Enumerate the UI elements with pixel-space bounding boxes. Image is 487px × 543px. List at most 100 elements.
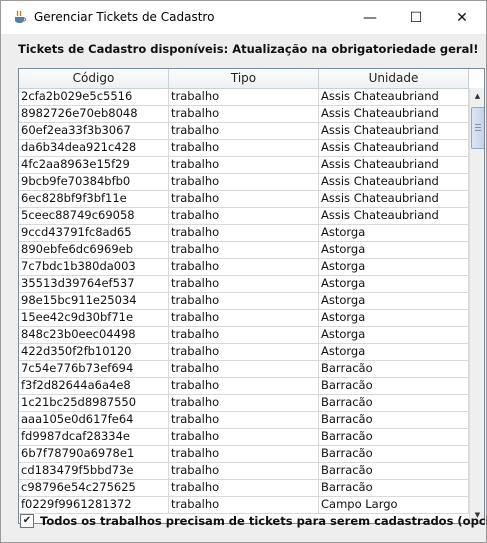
table-row[interactable]: 4fc2aa8963e15f29 trabalho Assis Chateaubri… (19, 157, 469, 174)
table-row[interactable]: da6b34dea921c428 trabalho Assis Chateaubri… (19, 140, 469, 157)
table-row[interactable]: 7c7bdc1b380da003 trabalho Astorga (19, 259, 469, 276)
cell-unidade[interactable]: Astorga (319, 344, 469, 360)
table-row[interactable]: 98e15bc911e25034 trabalho Astorga (19, 293, 469, 310)
cell-codigo[interactable]: 8982726e70eb8048 (19, 106, 169, 122)
cell-unidade[interactable]: Assis Chateaubriand (319, 174, 469, 190)
table-row[interactable]: 9bcb9fe70384bfb0 trabalho Assis Chateaubri… (19, 174, 469, 191)
cell-tipo[interactable]: trabalho (169, 225, 319, 241)
cell-unidade[interactable]: Barracão (319, 480, 469, 496)
cell-unidade[interactable]: Astorga (319, 276, 469, 292)
scroll-up-arrow-icon[interactable]: ▲ (470, 88, 484, 104)
cell-codigo[interactable]: f0229f9961281372 (19, 497, 169, 513)
table-row[interactable]: 6ec828bf9f3bf11e trabalho Assis Chateaubri… (19, 191, 469, 208)
cell-unidade[interactable]: Barracão (319, 412, 469, 428)
cell-codigo[interactable]: da6b34dea921c428 (19, 140, 169, 156)
cell-codigo[interactable]: cd183479f5bbd73e (19, 463, 169, 479)
cell-unidade[interactable]: Barracão (319, 446, 469, 462)
cell-unidade[interactable]: Assis Chateaubriand (319, 89, 469, 105)
cell-codigo[interactable]: 7c54e776b73ef694 (19, 361, 169, 377)
table-row[interactable]: 6b7f78790a6978e1 trabalho Barracão (19, 446, 469, 463)
table-row[interactable]: 9ccd43791fc8ad65 trabalho Astorga (19, 225, 469, 242)
cell-codigo[interactable]: 422d350f2fb10120 (19, 344, 169, 360)
cell-codigo[interactable]: f3f2d82644a6a4e8 (19, 378, 169, 394)
table-row[interactable]: 422d350f2fb10120 trabalho Astorga (19, 344, 469, 361)
cell-unidade[interactable]: Astorga (319, 310, 469, 326)
maximize-button[interactable]: ☐ (393, 1, 439, 34)
column-header-unidade[interactable]: Unidade (319, 69, 469, 88)
cell-tipo[interactable]: trabalho (169, 395, 319, 411)
cell-codigo[interactable]: 890ebfe6dc6969eb (19, 242, 169, 258)
cell-codigo[interactable]: c98796e54c275625 (19, 480, 169, 496)
table-row[interactable]: 848c23b0eec04498 trabalho Astorga (19, 327, 469, 344)
cell-codigo[interactable]: 9ccd43791fc8ad65 (19, 225, 169, 241)
require-tickets-label[interactable]: Todos os trabalhos precisam de tickets p… (40, 514, 487, 528)
cell-tipo[interactable]: trabalho (169, 446, 319, 462)
cell-tipo[interactable]: trabalho (169, 412, 319, 428)
cell-tipo[interactable]: trabalho (169, 361, 319, 377)
cell-tipo[interactable]: trabalho (169, 191, 319, 207)
column-header-codigo[interactable]: Código (19, 69, 169, 88)
cell-tipo[interactable]: trabalho (169, 480, 319, 496)
cell-unidade[interactable]: Barracão (319, 361, 469, 377)
cell-unidade[interactable]: Assis Chateaubriand (319, 123, 469, 139)
cell-tipo[interactable]: trabalho (169, 429, 319, 445)
cell-tipo[interactable]: trabalho (169, 242, 319, 258)
vertical-scrollbar[interactable]: ▲ ▼ (469, 88, 484, 523)
table-row[interactable]: 8982726e70eb8048 trabalho Assis Chateaubri… (19, 106, 469, 123)
cell-unidade[interactable]: Barracão (319, 378, 469, 394)
cell-codigo[interactable]: 5ceec88749c69058 (19, 208, 169, 224)
cell-tipo[interactable]: trabalho (169, 463, 319, 479)
cell-tipo[interactable]: trabalho (169, 157, 319, 173)
table-row[interactable]: f0229f9961281372 trabalho Campo Largo (19, 497, 469, 514)
close-button[interactable]: ✕ (439, 1, 485, 34)
table-row[interactable]: 7c54e776b73ef694 trabalho Barracão (19, 361, 469, 378)
scroll-thumb[interactable] (471, 107, 484, 149)
cell-unidade[interactable]: Assis Chateaubriand (319, 157, 469, 173)
cell-tipo[interactable]: trabalho (169, 497, 319, 513)
cell-unidade[interactable]: Astorga (319, 327, 469, 343)
cell-codigo[interactable]: 2cfa2b029e5c5516 (19, 89, 169, 105)
title-bar[interactable]: Gerenciar Tickets de Cadastro — ☐ ✕ (1, 1, 486, 35)
cell-tipo[interactable]: trabalho (169, 89, 319, 105)
cell-codigo[interactable]: 7c7bdc1b380da003 (19, 259, 169, 275)
tickets-table[interactable]: Código Tipo Unidade 2cfa2b029e5c5516 trab… (18, 68, 485, 524)
cell-codigo[interactable]: 9bcb9fe70384bfb0 (19, 174, 169, 190)
cell-tipo[interactable]: trabalho (169, 344, 319, 360)
cell-codigo[interactable]: 1c21bc25d8987550 (19, 395, 169, 411)
table-row[interactable]: f3f2d82644a6a4e8 trabalho Barracão (19, 378, 469, 395)
cell-unidade[interactable]: Barracão (319, 463, 469, 479)
cell-unidade[interactable]: Astorga (319, 225, 469, 241)
table-row[interactable]: fd9987dcaf28334e trabalho Barracão (19, 429, 469, 446)
cell-unidade[interactable]: Barracão (319, 395, 469, 411)
cell-unidade[interactable]: Barracão (319, 429, 469, 445)
table-row[interactable]: 2cfa2b029e5c5516 trabalho Assis Chateaubri… (19, 89, 469, 106)
cell-codigo[interactable]: fd9987dcaf28334e (19, 429, 169, 445)
cell-unidade[interactable]: Astorga (319, 259, 469, 275)
column-header-tipo[interactable]: Tipo (169, 69, 319, 88)
cell-codigo[interactable]: 60ef2ea33f3b3067 (19, 123, 169, 139)
cell-tipo[interactable]: trabalho (169, 310, 319, 326)
cell-tipo[interactable]: trabalho (169, 174, 319, 190)
minimize-button[interactable]: — (347, 1, 393, 34)
cell-tipo[interactable]: trabalho (169, 276, 319, 292)
table-row[interactable]: 5ceec88749c69058 trabalho Assis Chateaubri… (19, 208, 469, 225)
cell-unidade[interactable]: Astorga (319, 293, 469, 309)
table-row[interactable]: 60ef2ea33f3b3067 trabalho Assis Chateaubri… (19, 123, 469, 140)
cell-tipo[interactable]: trabalho (169, 293, 319, 309)
table-row[interactable]: aaa105e0d617fe64 trabalho Barracão (19, 412, 469, 429)
table-row[interactable]: 35513d39764ef537 trabalho Astorga (19, 276, 469, 293)
cell-unidade[interactable]: Assis Chateaubriand (319, 208, 469, 224)
cell-tipo[interactable]: trabalho (169, 106, 319, 122)
table-row[interactable]: 1c21bc25d8987550 trabalho Barracão (19, 395, 469, 412)
cell-unidade[interactable]: Astorga (319, 242, 469, 258)
cell-tipo[interactable]: trabalho (169, 259, 319, 275)
cell-codigo[interactable]: 15ee42c9d30bf71e (19, 310, 169, 326)
cell-tipo[interactable]: trabalho (169, 123, 319, 139)
require-tickets-checkbox[interactable]: ✔ (20, 514, 34, 528)
cell-unidade[interactable]: Assis Chateaubriand (319, 140, 469, 156)
cell-codigo[interactable]: 6ec828bf9f3bf11e (19, 191, 169, 207)
table-row[interactable]: 890ebfe6dc6969eb trabalho Astorga (19, 242, 469, 259)
cell-codigo[interactable]: 6b7f78790a6978e1 (19, 446, 169, 462)
table-row[interactable]: c98796e54c275625 trabalho Barracão (19, 480, 469, 497)
cell-tipo[interactable]: trabalho (169, 327, 319, 343)
